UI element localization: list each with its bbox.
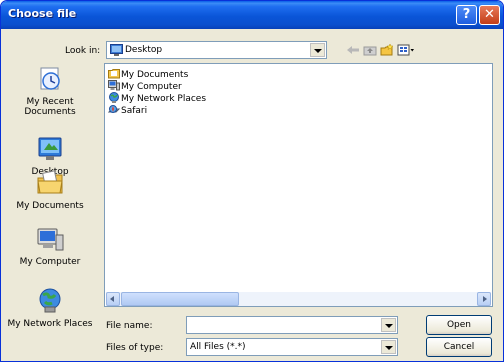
choose-file-dialog: Choose file ? ✕ Look in: Desktop My Rece… — [0, 0, 504, 362]
place-network-places[interactable]: My Network Places — [6, 287, 94, 329]
scroll-left-button[interactable] — [106, 292, 120, 306]
list-item[interactable]: My Documents — [108, 69, 188, 81]
chevron-down-icon[interactable] — [310, 43, 325, 57]
file-type-select[interactable]: All Files (*.*) — [186, 338, 398, 356]
open-button[interactable]: Open — [426, 315, 492, 335]
file-name-input[interactable] — [186, 316, 398, 334]
folder-icon — [108, 69, 120, 79]
title-bar[interactable]: Choose file ? ✕ — [1, 1, 503, 29]
up-folder-icon[interactable] — [363, 44, 377, 56]
computer-icon — [108, 80, 120, 91]
window-title: Choose file — [8, 7, 77, 20]
chevron-down-icon[interactable] — [381, 318, 396, 332]
file-list[interactable]: My Documents My Computer My Network Plac… — [104, 63, 493, 307]
horizontal-scrollbar[interactable] — [106, 292, 491, 306]
cancel-button[interactable]: Cancel — [426, 337, 492, 357]
list-item[interactable]: My Network Places — [108, 92, 207, 105]
place-label: My Network Places — [7, 319, 93, 329]
look-in-value: Desktop — [125, 45, 163, 55]
look-in-select[interactable]: Desktop — [106, 41, 327, 59]
close-button[interactable]: ✕ — [479, 5, 500, 25]
new-folder-icon[interactable] — [380, 44, 394, 56]
place-label: My Computer — [19, 257, 81, 267]
place-label: My Documents — [16, 201, 84, 211]
file-name: My Computer — [121, 82, 182, 92]
place-recent-documents[interactable]: My Recent Documents — [6, 65, 94, 117]
chevron-down-icon[interactable] — [381, 340, 396, 354]
file-type-label: Files of type: — [106, 343, 164, 353]
file-name: My Network Places — [121, 94, 207, 104]
recent-documents-icon — [40, 67, 60, 90]
desktop-icon — [110, 44, 123, 56]
file-name: My Documents — [121, 70, 189, 80]
list-item[interactable]: Safari — [108, 105, 147, 117]
my-computer-icon — [37, 228, 64, 251]
network-icon — [109, 92, 119, 103]
places-bar: My Recent Documents Desktop — [6, 63, 94, 361]
look-in-label: Look in: — [65, 46, 101, 56]
safari-icon — [108, 105, 120, 113]
scroll-right-button[interactable] — [477, 292, 491, 306]
scroll-thumb[interactable] — [121, 292, 239, 306]
file-name-label: File name: — [106, 321, 153, 331]
file-type-value: All Files (*.*) — [190, 342, 246, 352]
desktop-icon — [38, 137, 62, 160]
network-places-icon — [39, 288, 61, 313]
place-my-computer[interactable]: My Computer — [6, 225, 94, 267]
views-menu-icon[interactable] — [397, 44, 415, 56]
my-documents-icon — [37, 170, 63, 194]
file-name: Safari — [121, 106, 148, 116]
place-label: My Recent Documents — [24, 97, 76, 117]
help-button[interactable]: ? — [456, 5, 477, 25]
place-my-documents[interactable]: My Documents — [6, 169, 94, 211]
back-arrow-icon[interactable] — [346, 44, 360, 56]
